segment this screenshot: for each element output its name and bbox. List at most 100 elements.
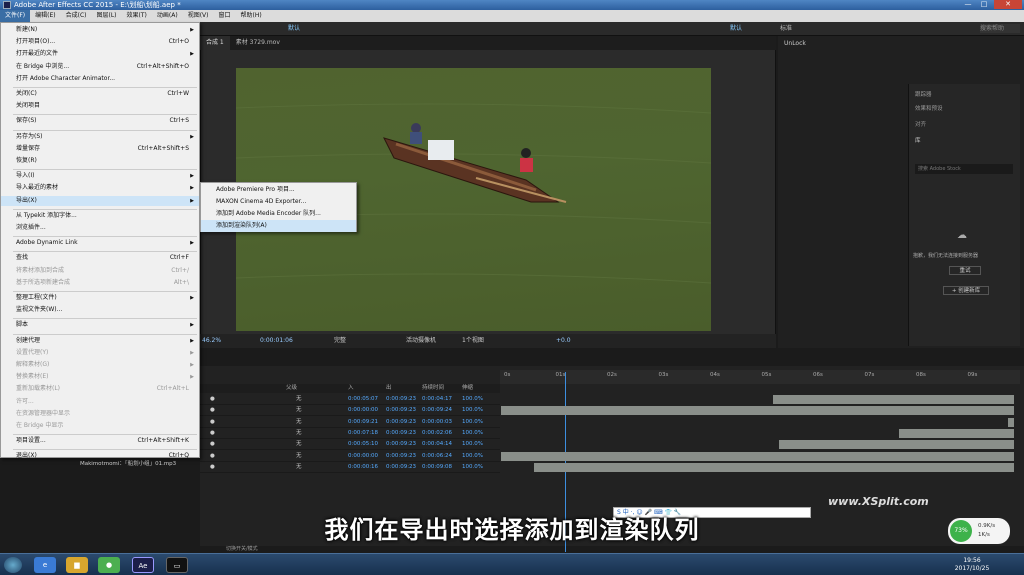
timeline-row[interactable]: 无 0:00:05:07 0:00:09:23 0:00:04:17 100.0% ● — [200, 394, 500, 405]
file-menu-item[interactable]: 增量保存 Ctrl+Alt+Shift+S — [1, 144, 199, 154]
layer-duration-bar[interactable] — [772, 395, 1014, 404]
create-library-button[interactable]: + 创建新库 — [943, 286, 989, 295]
timeline-row[interactable]: 无 0:00:05:10 0:00:09:23 0:00:04:14 100.0% ● — [200, 439, 500, 451]
file-menu-item[interactable]: 导出(X) ▶ — [1, 195, 199, 206]
file-menu-item[interactable]: 脚本 ▶ — [1, 320, 199, 330]
export-submenu-item[interactable]: 添加到 Adobe Media Encoder 队列... — [201, 208, 356, 220]
file-menu-item[interactable]: 创建代理 ▶ — [1, 336, 199, 346]
library-section[interactable]: 库 — [915, 136, 921, 144]
zoom-level[interactable]: 46.2% — [202, 334, 221, 348]
menu-edit[interactable]: 编辑(E) — [30, 10, 60, 22]
xsplit-icon[interactable]: ▭ — [166, 557, 188, 573]
row-in[interactable]: 0:00:07:18 — [348, 428, 378, 439]
row-dur[interactable]: 0:00:09:24 — [422, 405, 452, 416]
file-menu-item[interactable]: 重新加载素材(L) Ctrl+Alt+L — [1, 384, 199, 394]
row-parent[interactable]: 无 — [296, 394, 302, 405]
visibility-eye-icon[interactable]: ● — [210, 417, 215, 428]
file-menu-item[interactable]: 打开项目(O)... Ctrl+O — [1, 37, 199, 47]
file-menu-item[interactable]: Adobe Dynamic Link ▶ — [1, 238, 199, 248]
file-menu-item[interactable]: 导入(I) ▶ — [1, 171, 199, 181]
visibility-eye-icon[interactable]: ● — [210, 405, 215, 416]
stock-search-input[interactable]: 搜索 Adobe Stock — [915, 164, 1013, 174]
menu-help[interactable]: 帮助(H) — [236, 10, 267, 22]
file-menu-item[interactable]: 另存为(S) ▶ — [1, 132, 199, 142]
menu-layer[interactable]: 图层(L) — [92, 10, 122, 22]
timeline-row[interactable]: 无 0:00:00:16 0:00:09:23 0:00:09:08 100.0% ● — [200, 462, 500, 473]
file-menu-item[interactable]: 浏览插件... — [1, 223, 199, 233]
file-menu-item[interactable]: 基于所选项新建合成 Alt+\ — [1, 278, 199, 288]
menu-view[interactable]: 视图(V) — [183, 10, 214, 22]
visibility-eye-icon[interactable]: ● — [210, 439, 215, 450]
file-menu-item[interactable]: 查找 Ctrl+F — [1, 253, 199, 263]
menu-animation[interactable]: 动画(A) — [152, 10, 183, 22]
row-parent[interactable]: 无 — [296, 405, 302, 416]
visibility-eye-icon[interactable]: ● — [210, 428, 215, 439]
row-in[interactable]: 0:00:05:07 — [348, 394, 378, 405]
row-dur[interactable]: 0:00:09:08 — [422, 462, 452, 473]
layer-duration-bar[interactable] — [779, 440, 1014, 450]
timeline-row[interactable]: 无 0:00:00:00 0:00:09:23 0:00:09:24 100.0% ● — [200, 405, 500, 417]
workspace-default[interactable]: 默认 — [730, 22, 742, 36]
row-dur[interactable]: 0:00:04:14 — [422, 439, 452, 450]
file-menu-item[interactable]: 关闭(C) Ctrl+W — [1, 89, 199, 99]
row-out[interactable]: 0:00:09:23 — [386, 405, 416, 416]
file-menu-item[interactable]: 设置代理(Y) ▶ — [1, 348, 199, 358]
row-out[interactable]: 0:00:09:23 — [386, 451, 416, 462]
row-in[interactable]: 0:00:05:10 — [348, 439, 378, 450]
row-out[interactable]: 0:00:09:23 — [386, 428, 416, 439]
row-stretch[interactable]: 100.0% — [462, 439, 483, 450]
search-help-input[interactable]: 搜索帮助 — [980, 24, 1020, 33]
row-out[interactable]: 0:00:09:23 — [386, 462, 416, 473]
ie-icon[interactable]: e — [34, 557, 56, 573]
resolution-select[interactable]: 完整 — [334, 334, 346, 348]
maximize-button[interactable]: □ — [976, 0, 992, 9]
file-menu-item[interactable]: 监视文件夹(W)... — [1, 305, 199, 315]
export-submenu-item[interactable]: MAXON Cinema 4D Exporter... — [201, 196, 356, 208]
row-in[interactable]: 0:00:00:00 — [348, 405, 378, 416]
row-parent[interactable]: 无 — [296, 428, 302, 439]
workspace-standard[interactable]: 标准 — [780, 22, 792, 36]
row-stretch[interactable]: 100.0% — [462, 451, 483, 462]
menu-composition[interactable]: 合成(C) — [61, 10, 92, 22]
file-menu-item[interactable]: 新建(N) ▶ — [1, 25, 199, 35]
row-dur[interactable]: 0:00:00:03 — [422, 417, 452, 428]
file-menu-item[interactable]: 在资源管理器中显示 — [1, 409, 199, 419]
effects-section[interactable]: 效果和预设 — [915, 104, 943, 112]
file-menu-item[interactable]: 在 Bridge 中显示 — [1, 421, 199, 431]
file-menu-item[interactable]: 打开最近的文件 ▶ — [1, 49, 199, 59]
file-menu-item[interactable]: 许可... — [1, 397, 199, 407]
time-ruler[interactable]: 0s 01s 02s 03s 04s 05s 06s 07s 08s 09s — [500, 370, 1020, 384]
row-dur[interactable]: 0:00:06:24 — [422, 451, 452, 462]
clock[interactable]: 19:56 2017/10/25 — [950, 557, 994, 573]
visibility-eye-icon[interactable]: ● — [210, 451, 215, 462]
file-menu-item[interactable]: 退出(X) Ctrl+Q — [1, 451, 199, 461]
visibility-eye-icon[interactable]: ● — [210, 394, 215, 405]
file-menu-item[interactable]: 解释素材(G) ▶ — [1, 360, 199, 370]
row-parent[interactable]: 无 — [296, 462, 302, 473]
file-menu-item[interactable]: 替换素材(E) ▶ — [1, 372, 199, 382]
row-in[interactable]: 0:00:00:16 — [348, 462, 378, 473]
retry-button[interactable]: 重试 — [949, 266, 981, 275]
export-submenu-item[interactable]: 添加到渲染队列(A) — [201, 220, 356, 232]
menu-file[interactable]: 文件(F) — [0, 10, 31, 22]
start-button[interactable] — [4, 557, 22, 573]
layer-duration-bar[interactable] — [533, 462, 1014, 472]
file-menu-item[interactable]: 将素材添加到合成 Ctrl+/ — [1, 266, 199, 276]
file-menu-item[interactable]: 从 Typekit 添加字体... — [1, 211, 199, 221]
menu-window[interactable]: 窗口 — [213, 10, 235, 22]
media-icon[interactable]: ● — [98, 557, 120, 573]
file-menu-item[interactable]: 保存(S) Ctrl+S — [1, 116, 199, 126]
layer-duration-bar[interactable] — [501, 406, 1014, 416]
row-out[interactable]: 0:00:09:23 — [386, 417, 416, 428]
menu-effect[interactable]: 效果(T) — [122, 10, 152, 22]
file-menu-item[interactable]: 打开 Adobe Character Animator... — [1, 74, 199, 84]
layer-duration-bar[interactable] — [898, 428, 1014, 438]
file-menu-item[interactable]: 在 Bridge 中浏览... Ctrl+Alt+Shift+O — [1, 62, 199, 72]
minimize-button[interactable]: — — [960, 0, 976, 9]
tab-comp-1[interactable]: 合成 1 — [200, 36, 230, 50]
row-stretch[interactable]: 100.0% — [462, 428, 483, 439]
folder-icon[interactable]: ▆ — [66, 557, 88, 573]
workspace-label[interactable]: 默认 — [288, 22, 300, 36]
camera-select[interactable]: 活动摄像机 — [406, 334, 436, 348]
row-stretch[interactable]: 100.0% — [462, 394, 483, 405]
